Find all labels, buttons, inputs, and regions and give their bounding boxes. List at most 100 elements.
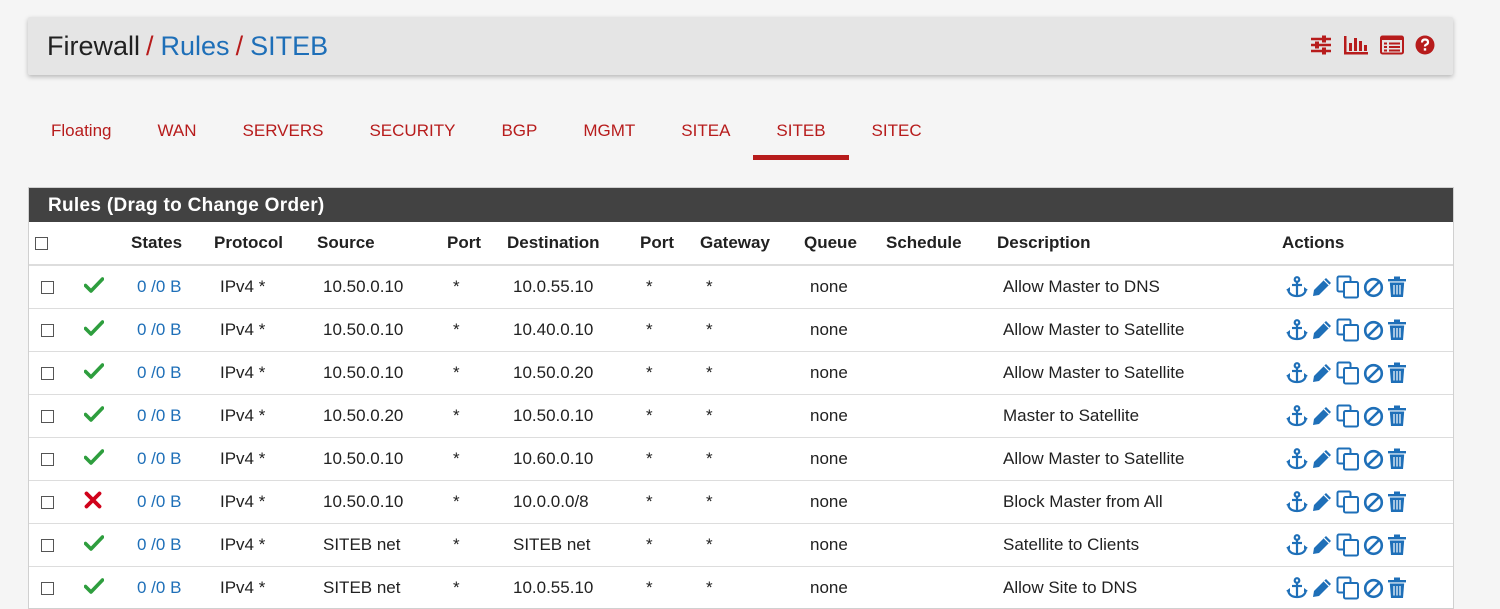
row-checkbox[interactable] bbox=[41, 410, 54, 423]
copy-icon[interactable] bbox=[1336, 490, 1360, 514]
pass-check-icon[interactable] bbox=[84, 449, 104, 470]
states-link[interactable]: 0 /0 B bbox=[137, 363, 181, 382]
pass-check-icon[interactable] bbox=[84, 277, 104, 298]
trash-icon[interactable] bbox=[1387, 276, 1407, 298]
tab-bgp[interactable]: BGP bbox=[478, 113, 560, 161]
tab-wan[interactable]: WAN bbox=[134, 113, 219, 161]
trash-icon[interactable] bbox=[1387, 362, 1407, 384]
copy-icon[interactable] bbox=[1336, 576, 1360, 600]
source-cell: 10.50.0.10 bbox=[317, 309, 447, 352]
row-checkbox[interactable] bbox=[41, 367, 54, 380]
table-row[interactable]: 0 /0 BIPv4 *10.50.0.10*10.0.55.10**noneA… bbox=[29, 265, 1453, 309]
states-link[interactable]: 0 /0 B bbox=[137, 449, 181, 468]
table-row[interactable]: 0 /0 BIPv4 *SITEB net*10.0.55.10**noneAl… bbox=[29, 567, 1453, 609]
pass-check-icon[interactable] bbox=[84, 363, 104, 384]
disable-icon[interactable] bbox=[1363, 492, 1384, 513]
pencil-icon[interactable] bbox=[1311, 534, 1333, 556]
actions-cell bbox=[1282, 352, 1453, 395]
table-row[interactable]: 0 /0 BIPv4 *10.50.0.10*10.50.0.20**noneA… bbox=[29, 352, 1453, 395]
states-link[interactable]: 0 /0 B bbox=[137, 492, 181, 511]
copy-icon[interactable] bbox=[1336, 533, 1360, 557]
disable-icon[interactable] bbox=[1363, 578, 1384, 599]
source-port-cell: * bbox=[447, 524, 507, 567]
disable-icon[interactable] bbox=[1363, 320, 1384, 341]
destination-header: Destination bbox=[507, 222, 640, 265]
states-link[interactable]: 0 /0 B bbox=[137, 320, 181, 339]
copy-icon[interactable] bbox=[1336, 447, 1360, 471]
anchor-icon[interactable] bbox=[1286, 276, 1308, 298]
anchor-icon[interactable] bbox=[1286, 448, 1308, 470]
states-link[interactable]: 0 /0 B bbox=[137, 535, 181, 554]
description-cell: Allow Master to DNS bbox=[997, 265, 1282, 309]
copy-icon[interactable] bbox=[1336, 318, 1360, 342]
disable-icon[interactable] bbox=[1363, 406, 1384, 427]
row-checkbox[interactable] bbox=[41, 496, 54, 509]
row-checkbox[interactable] bbox=[41, 281, 54, 294]
breadcrumb-rules-link[interactable]: Rules bbox=[161, 31, 230, 61]
pencil-icon[interactable] bbox=[1311, 319, 1333, 341]
anchor-icon[interactable] bbox=[1286, 319, 1308, 341]
pencil-icon[interactable] bbox=[1311, 491, 1333, 513]
disable-icon[interactable] bbox=[1363, 535, 1384, 556]
breadcrumb-current[interactable]: SITEB bbox=[250, 31, 328, 61]
pass-check-icon[interactable] bbox=[84, 320, 104, 341]
queue-cell: none bbox=[804, 309, 886, 352]
pencil-icon[interactable] bbox=[1311, 448, 1333, 470]
pencil-icon[interactable] bbox=[1311, 276, 1333, 298]
table-row[interactable]: 0 /0 BIPv4 *SITEB net*SITEB net**noneSat… bbox=[29, 524, 1453, 567]
anchor-icon[interactable] bbox=[1286, 491, 1308, 513]
states-link[interactable]: 0 /0 B bbox=[137, 406, 181, 425]
states-link[interactable]: 0 /0 B bbox=[137, 578, 181, 597]
anchor-icon[interactable] bbox=[1286, 534, 1308, 556]
source-cell: 10.50.0.20 bbox=[317, 395, 447, 438]
pass-check-icon[interactable] bbox=[84, 578, 104, 599]
tab-security[interactable]: SECURITY bbox=[346, 113, 478, 161]
anchor-icon[interactable] bbox=[1286, 362, 1308, 384]
block-x-icon[interactable] bbox=[84, 491, 102, 514]
disable-icon[interactable] bbox=[1363, 449, 1384, 470]
row-checkbox[interactable] bbox=[41, 324, 54, 337]
pencil-icon[interactable] bbox=[1311, 405, 1333, 427]
bar-chart-icon[interactable] bbox=[1343, 35, 1369, 55]
list-alt-icon[interactable] bbox=[1380, 35, 1404, 55]
copy-icon[interactable] bbox=[1336, 361, 1360, 385]
tab-servers[interactable]: SERVERS bbox=[220, 113, 347, 161]
tab-sitec[interactable]: SITEC bbox=[849, 113, 945, 161]
states-link[interactable]: 0 /0 B bbox=[137, 277, 181, 296]
table-row[interactable]: 0 /0 BIPv4 *10.50.0.10*10.40.0.10**noneA… bbox=[29, 309, 1453, 352]
help-icon[interactable] bbox=[1415, 35, 1435, 55]
copy-icon[interactable] bbox=[1336, 275, 1360, 299]
anchor-icon[interactable] bbox=[1286, 405, 1308, 427]
trash-icon[interactable] bbox=[1387, 534, 1407, 556]
table-row[interactable]: 0 /0 BIPv4 *10.50.0.10*10.0.0.0/8**noneB… bbox=[29, 481, 1453, 524]
pencil-icon[interactable] bbox=[1311, 362, 1333, 384]
table-row[interactable]: 0 /0 BIPv4 *10.50.0.10*10.60.0.10**noneA… bbox=[29, 438, 1453, 481]
tab-sitea[interactable]: SITEA bbox=[658, 113, 753, 161]
tab-siteb[interactable]: SITEB bbox=[753, 113, 848, 161]
trash-icon[interactable] bbox=[1387, 491, 1407, 513]
select-all-checkbox[interactable] bbox=[35, 237, 48, 250]
trash-icon[interactable] bbox=[1387, 405, 1407, 427]
rules-panel: Rules (Drag to Change Order) States Prot… bbox=[28, 187, 1454, 609]
source-cell: 10.50.0.10 bbox=[317, 352, 447, 395]
states-cell: 0 /0 B bbox=[131, 352, 214, 395]
row-checkbox[interactable] bbox=[41, 582, 54, 595]
trash-icon[interactable] bbox=[1387, 448, 1407, 470]
queue-cell: none bbox=[804, 265, 886, 309]
actions-cell bbox=[1282, 524, 1453, 567]
disable-icon[interactable] bbox=[1363, 277, 1384, 298]
trash-icon[interactable] bbox=[1387, 319, 1407, 341]
tab-mgmt[interactable]: MGMT bbox=[560, 113, 658, 161]
row-select-cell bbox=[29, 395, 79, 438]
row-checkbox[interactable] bbox=[41, 539, 54, 552]
pass-check-icon[interactable] bbox=[84, 406, 104, 427]
row-checkbox[interactable] bbox=[41, 453, 54, 466]
tab-floating[interactable]: Floating bbox=[28, 113, 134, 161]
row-actions bbox=[1286, 576, 1453, 600]
pass-check-icon[interactable] bbox=[84, 535, 104, 556]
disable-icon[interactable] bbox=[1363, 363, 1384, 384]
table-row[interactable]: 0 /0 BIPv4 *10.50.0.20*10.50.0.10**noneM… bbox=[29, 395, 1453, 438]
queue-cell: none bbox=[804, 481, 886, 524]
copy-icon[interactable] bbox=[1336, 404, 1360, 428]
sliders-icon[interactable] bbox=[1310, 35, 1332, 55]
